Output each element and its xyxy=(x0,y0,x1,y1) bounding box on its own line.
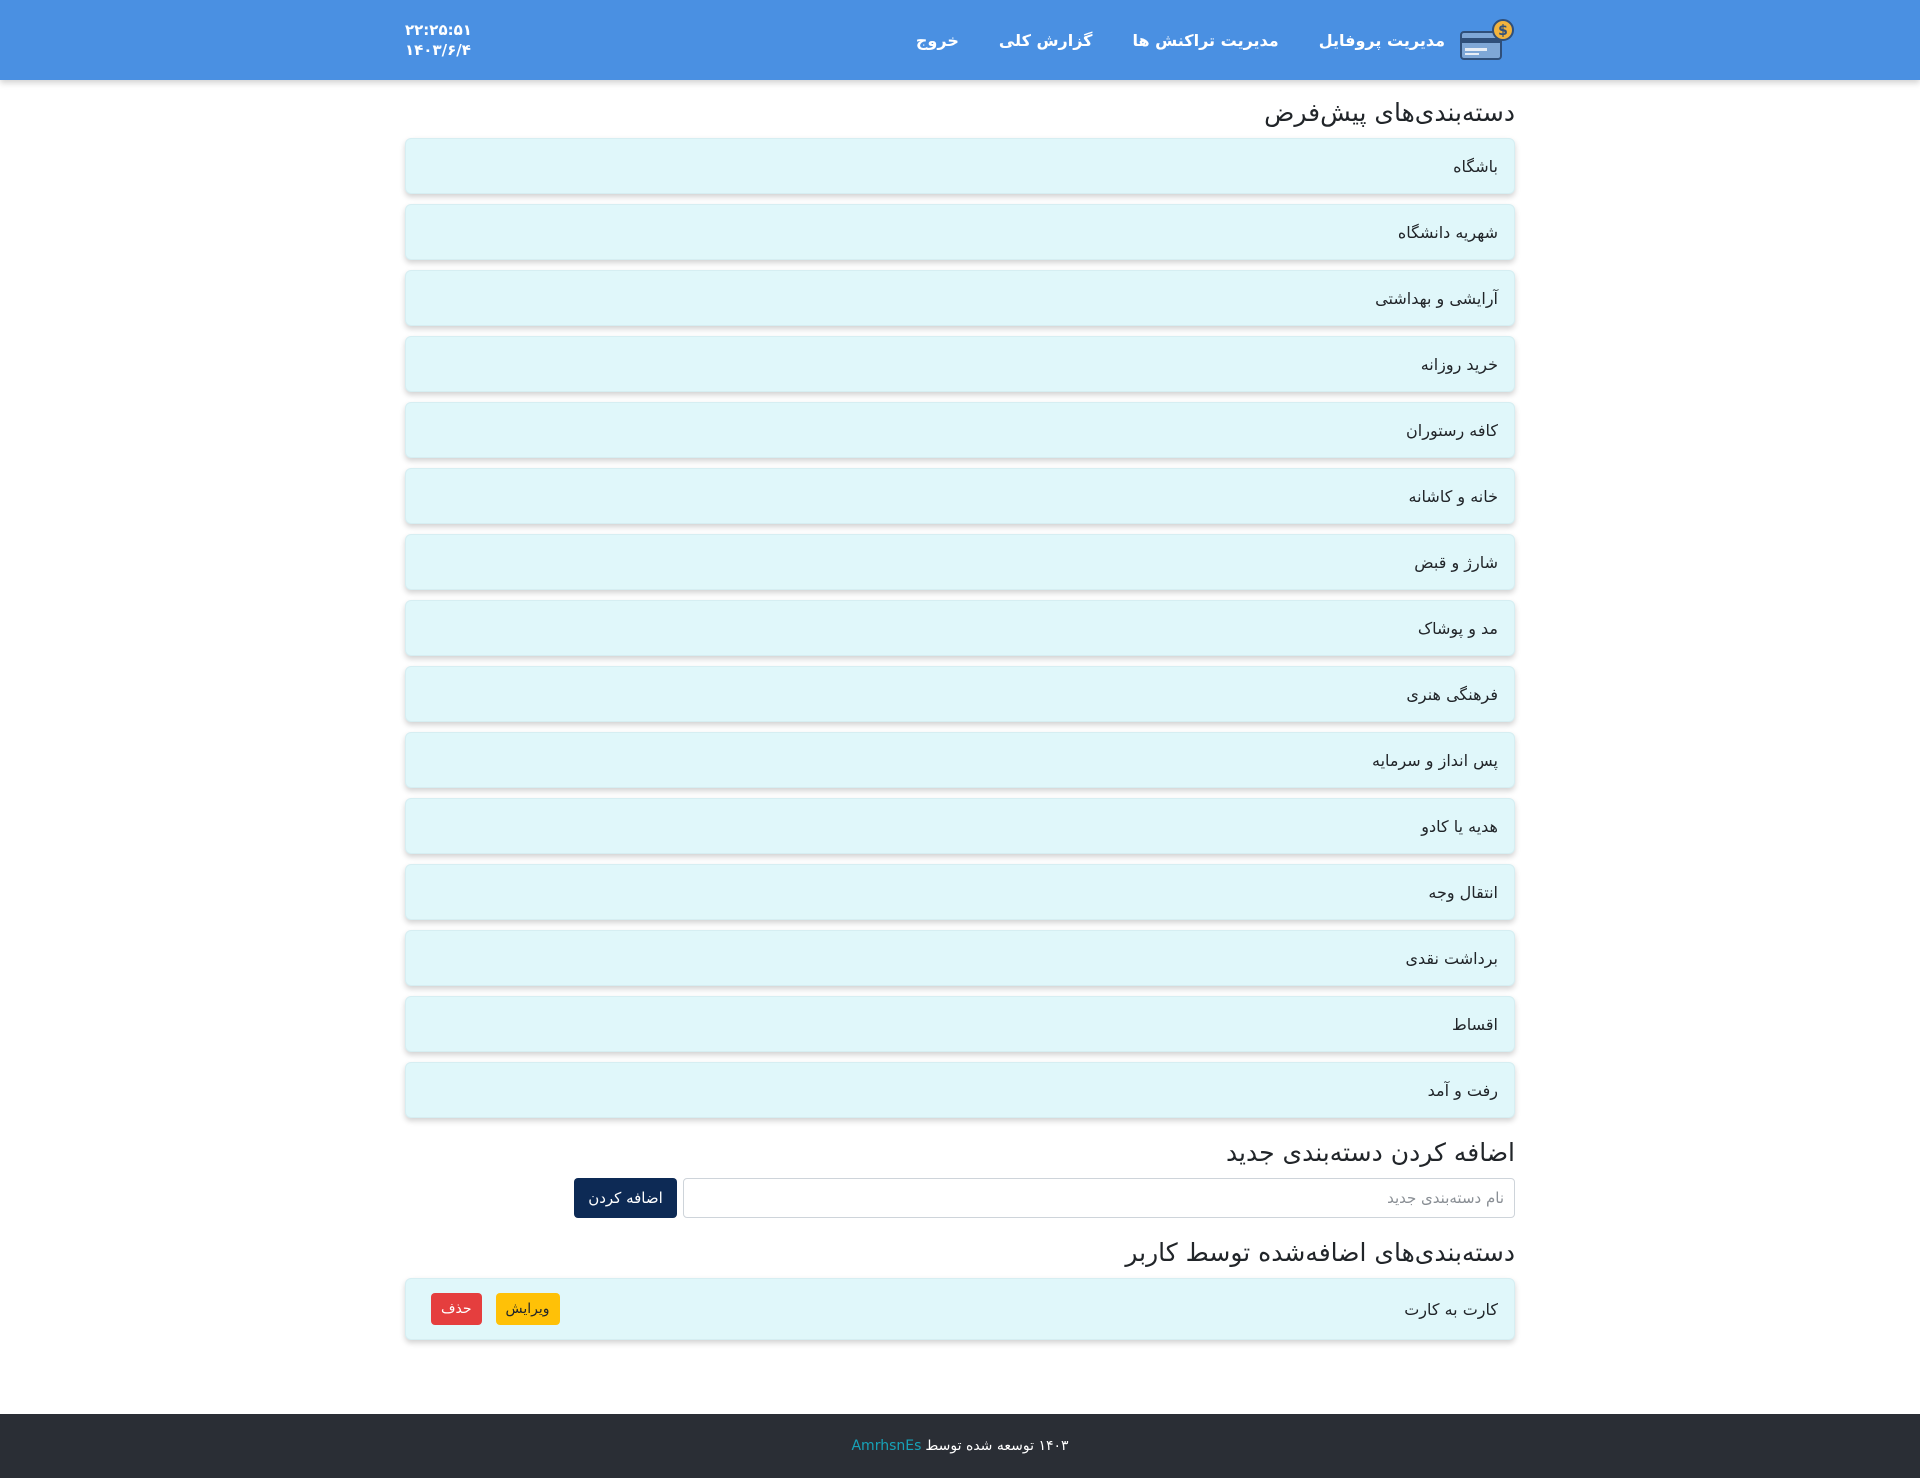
default-category-name: باشگاه xyxy=(1453,156,1498,176)
default-category-item: آرایشی و بهداشتی xyxy=(405,270,1515,326)
default-category-item: باشگاه xyxy=(405,138,1515,194)
default-category-item: خرید روزانه xyxy=(405,336,1515,392)
default-category-item: اقساط xyxy=(405,996,1515,1052)
clock-display: ۲۲:۲۵:۵۱ ۱۴۰۳/۶/۴ xyxy=(405,20,472,60)
default-category-name: پس انداز و سرمایه xyxy=(1371,750,1498,770)
default-category-item: برداشت نقدی xyxy=(405,930,1515,986)
footer: ۱۴۰۳ توسعه شده توسط AmrhsnEs xyxy=(0,1414,1920,1478)
edit-category-button[interactable]: ویرایش xyxy=(495,1293,560,1325)
default-category-item: انتقال وجه xyxy=(405,864,1515,920)
default-category-name: اقساط xyxy=(1451,1014,1498,1034)
nav-logout-link[interactable]: خروج xyxy=(916,31,959,50)
default-category-item: هدیه یا کادو xyxy=(405,798,1515,854)
svg-text:$: $ xyxy=(1498,23,1508,39)
footer-author-link[interactable]: AmrhsnEs xyxy=(851,1438,921,1454)
default-category-name: انتقال وجه xyxy=(1428,882,1498,902)
default-category-name: فرهنگی هنری xyxy=(1406,684,1498,704)
default-category-item: فرهنگی هنری xyxy=(405,666,1515,722)
navbar: $ مدیریت پروفایل مدیریت تراکنش ها گزارش … xyxy=(0,0,1920,80)
default-categories-list: باشگاه شهریه دانشگاه آرایشی و بهداشتی خرید … xyxy=(405,138,1515,1118)
main-content: دسته‌بندی‌های پیش‌فرض باشگاه شهریه دانشگا… xyxy=(405,96,1515,1350)
default-category-item: شارژ و قبض xyxy=(405,534,1515,590)
default-category-item: پس انداز و سرمایه xyxy=(405,732,1515,788)
add-category-title: اضافه کردن دسته‌بندی جدید xyxy=(1225,1138,1515,1167)
default-category-name: مد و پوشاک xyxy=(1417,618,1498,638)
default-category-name: خرید روزانه xyxy=(1420,354,1498,374)
default-category-name: شهریه دانشگاه xyxy=(1397,222,1498,242)
clock-time: ۲۲:۲۵:۵۱ xyxy=(405,21,472,39)
nav-transactions-link[interactable]: مدیریت تراکنش ها xyxy=(1132,31,1278,50)
user-categories-title: دسته‌بندی‌های اضافه‌شده توسط کاربر xyxy=(1125,1238,1515,1267)
default-categories-title: دسته‌بندی‌های پیش‌فرض xyxy=(1264,98,1515,127)
default-category-item: کافه رستوران xyxy=(405,402,1515,458)
default-category-name: رفت و آمد xyxy=(1427,1080,1498,1100)
add-category-button[interactable]: اضافه کردن xyxy=(574,1178,677,1218)
default-category-name: کافه رستوران xyxy=(1406,420,1498,440)
default-category-name: شارژ و قبض xyxy=(1414,552,1498,572)
delete-category-button[interactable]: حذف xyxy=(431,1293,482,1325)
nav-report-link[interactable]: گزارش کلی xyxy=(999,31,1093,50)
default-category-item: شهریه دانشگاه xyxy=(405,204,1515,260)
user-categories-list: کارت به کارت حذف ویرایش xyxy=(405,1278,1515,1340)
wallet-dollar-icon[interactable]: $ xyxy=(1459,18,1515,62)
default-category-name: خانه و کاشانه xyxy=(1408,486,1499,506)
default-category-name: آرایشی و بهداشتی xyxy=(1375,288,1498,308)
new-category-input[interactable] xyxy=(683,1178,1515,1218)
user-category-item: کارت به کارت حذف ویرایش xyxy=(405,1278,1515,1340)
default-category-item: رفت و آمد xyxy=(405,1062,1515,1118)
nav-profile-link[interactable]: مدیریت پروفایل xyxy=(1319,31,1445,50)
default-category-item: مد و پوشاک xyxy=(405,600,1515,656)
clock-date: ۱۴۰۳/۶/۴ xyxy=(405,41,471,59)
user-category-name: کارت به کارت xyxy=(1404,1299,1498,1319)
user-category-actions: حذف ویرایش xyxy=(422,1293,560,1325)
nav-links: $ مدیریت پروفایل مدیریت تراکنش ها گزارش … xyxy=(876,18,1515,62)
default-category-item: خانه و کاشانه xyxy=(405,468,1515,524)
navbar-inner: $ مدیریت پروفایل مدیریت تراکنش ها گزارش … xyxy=(405,0,1515,80)
default-category-name: هدیه یا کادو xyxy=(1421,816,1498,836)
footer-text: ۱۴۰۳ توسعه شده توسط xyxy=(925,1438,1069,1454)
default-category-name: برداشت نقدی xyxy=(1405,948,1498,968)
add-category-form: اضافه کردن xyxy=(405,1178,1515,1218)
